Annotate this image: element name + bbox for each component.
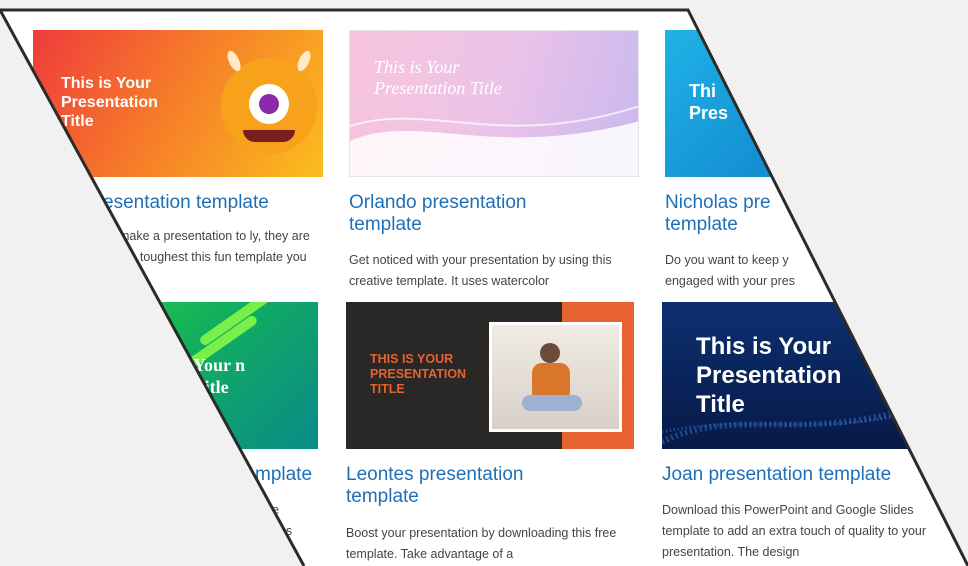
photo-frame: [489, 322, 622, 432]
template-title[interactable]: Nicholas pre template: [665, 192, 795, 236]
screenshot-stage: This is Your Presentation Title esentati…: [0, 0, 968, 566]
thumbnail-title: This is Your Presentation Title: [61, 75, 158, 130]
template-thumbnail[interactable]: THIS IS YOUR PRESENTATION TITLE: [346, 302, 634, 449]
template-title[interactable]: Orlando presentation template: [349, 192, 579, 236]
template-title[interactable]: esentation template: [103, 192, 333, 214]
template-title[interactable]: Joan presentation template: [662, 464, 962, 486]
template-title[interactable]: mplate: [255, 464, 335, 486]
template-description: Boost your presentation by downloading t…: [346, 526, 617, 561]
monster-mouth: [243, 130, 295, 142]
monster-eye: [249, 84, 289, 124]
wave-decoration: [350, 105, 638, 176]
thumbnail-title: THIS IS YOUR PRESENTATION TITLE: [370, 352, 467, 396]
template-description: Download this PowerPoint and Google Slid…: [662, 503, 927, 559]
template-description: Get noticed with your presentation by us…: [349, 253, 612, 288]
template-thumbnail[interactable]: This is Your Presentation Title: [349, 30, 639, 177]
monster-illustration: [221, 48, 317, 154]
person-figure: [540, 343, 560, 363]
template-description: Do you want to keep y engaged with your …: [665, 253, 795, 288]
template-title[interactable]: Leontes presentation template: [346, 464, 576, 508]
template-description: make a presentation to ly, they are the …: [119, 229, 310, 285]
